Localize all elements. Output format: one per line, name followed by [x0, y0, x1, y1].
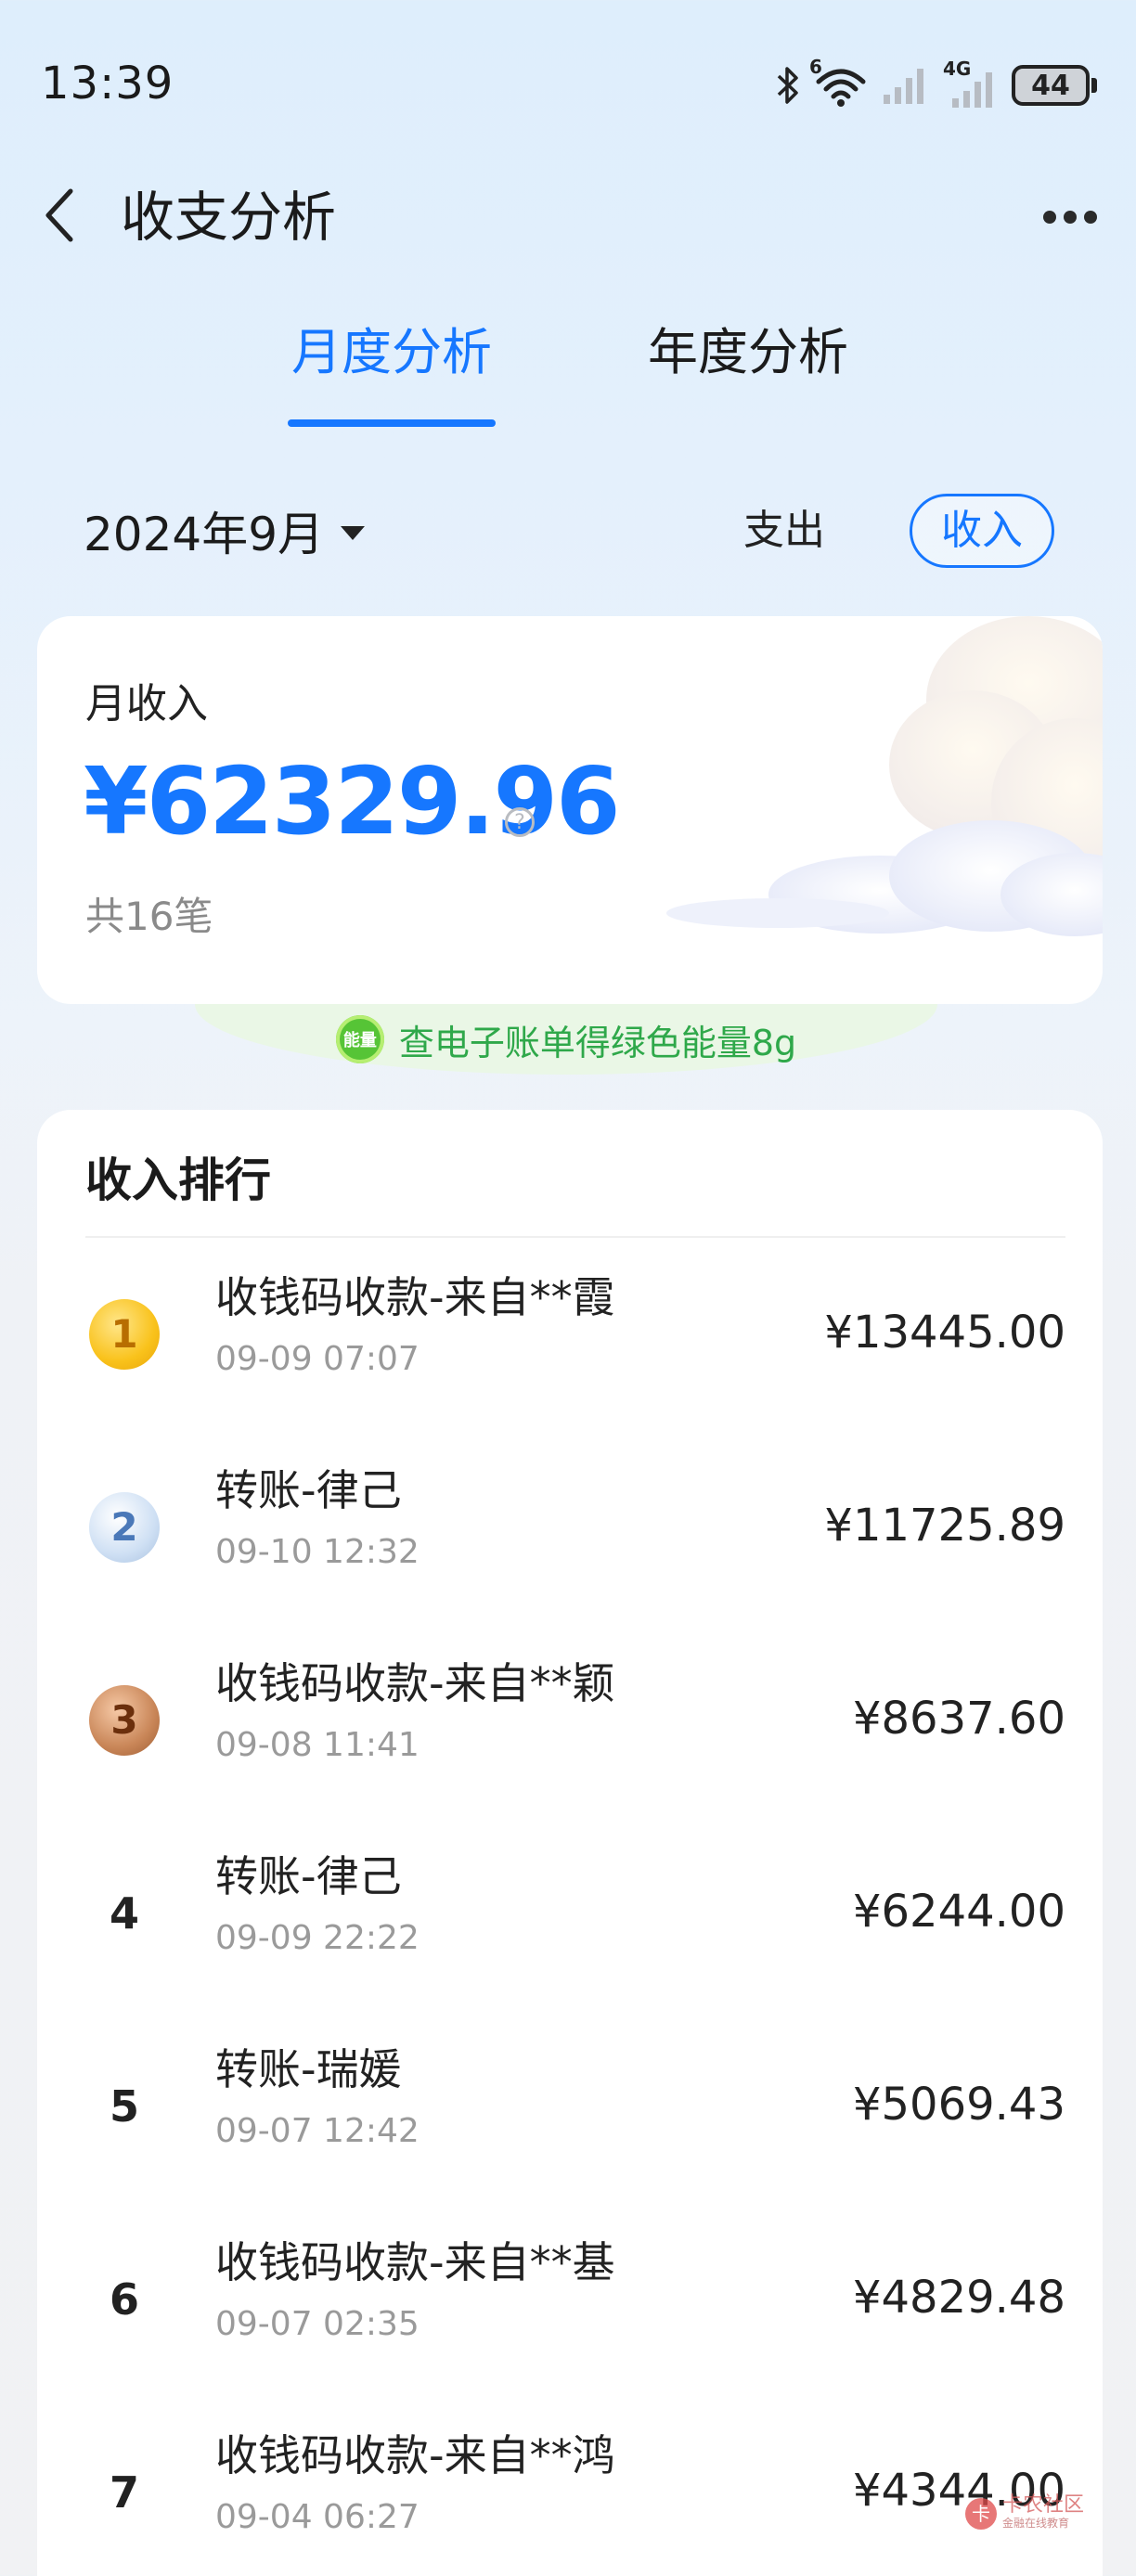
status-time: 13:39: [41, 58, 174, 109]
signal-4g-icon: 4G: [943, 58, 999, 108]
transaction-amount: ¥5069.43: [852, 2079, 1065, 2131]
rank-number: 6: [109, 2274, 139, 2325]
month-label: 2024年9月: [84, 508, 325, 561]
energy-badge-icon: 能量: [335, 1015, 384, 1063]
silver-medal-icon: 2: [89, 1492, 160, 1563]
rank-number: 4: [109, 1888, 139, 1938]
battery-icon: 44: [1012, 65, 1097, 106]
chevron-left-icon: [41, 186, 78, 249]
ranking-row[interactable]: 3 收钱码收款-来自**颖 09-08 11:41 ¥8637.60: [37, 1622, 1103, 1815]
watermark-subtext: 金融在线教育: [1002, 2517, 1070, 2530]
more-dot: [1084, 211, 1097, 224]
active-tab-indicator: [288, 419, 496, 427]
ranking-row[interactable]: 7 收钱码收款-来自**鸿 09-04 06:27 ¥4344.00: [37, 2394, 1103, 2576]
page-title: 收支分析: [121, 186, 337, 249]
payer-name: 转账-瑞媛: [215, 2044, 402, 2094]
status-icons: 6 4G 44: [776, 56, 1097, 113]
tab-yearly[interactable]: 年度分析: [644, 306, 852, 399]
more-button[interactable]: [1028, 180, 1112, 254]
transaction-time: 09-09 07:07: [215, 1340, 420, 1378]
payer-name: 收钱码收款-来自**霞: [215, 1272, 615, 1322]
transaction-time: 09-04 06:27: [215, 2498, 420, 2536]
payer-name: 收钱码收款-来自**基: [215, 2237, 615, 2287]
energy-banner[interactable]: 能量 查电子账单得绿色能量8g: [195, 1004, 937, 1075]
status-bar: 13:39 6 4G 44: [0, 0, 1136, 167]
watermark-logo: 卡 卡农社区 金融在线教育: [965, 2494, 1086, 2535]
caret-down-icon: [341, 525, 366, 540]
payer-name: 收钱码收款-来自**颖: [215, 1658, 615, 1708]
transaction-time: 09-09 22:22: [215, 1919, 420, 1957]
ranking-row[interactable]: 6 收钱码收款-来自**基 09-07 02:35 ¥4829.48: [37, 2201, 1103, 2394]
transaction-time: 09-07 12:42: [215, 2112, 420, 2150]
ranking-list: 1 收钱码收款-来自**霞 09-09 07:07 ¥13445.00 2 转账…: [37, 1236, 1103, 2576]
rank-number: 5: [109, 2081, 139, 2132]
payer-name: 转账-律己: [215, 1465, 402, 1515]
payer-name: 转账-律己: [215, 1851, 402, 1901]
more-dot: [1064, 211, 1077, 224]
transaction-count: 共16笔: [85, 894, 213, 939]
gold-medal-icon: 1: [89, 1299, 160, 1370]
info-icon[interactable]: ?: [505, 807, 535, 837]
more-dots-icon: [1043, 211, 1056, 224]
energy-banner-text: 查电子账单得绿色能量8g: [398, 1022, 797, 1063]
payer-name: 收钱码收款-来自**鸿: [215, 2430, 615, 2480]
expense-toggle[interactable]: 支出: [733, 492, 835, 570]
summary-amount: ¥62329.96: [84, 747, 621, 856]
wifi-label: 6: [809, 56, 822, 78]
transaction-amount: ¥11725.89: [824, 1500, 1065, 1552]
watermark-text: 卡农社区: [1002, 2493, 1085, 2517]
transaction-amount: ¥6244.00: [852, 1886, 1065, 1938]
ranking-row[interactable]: 4 转账-律己 09-09 22:22 ¥6244.00: [37, 1815, 1103, 2008]
filter-row: 2024年9月 支出 收入: [0, 492, 1136, 570]
cloud-illustration: [666, 616, 1103, 936]
income-ranking-card: 收入排行 1 收钱码收款-来自**霞 09-09 07:07 ¥13445.00…: [37, 1110, 1103, 2576]
transaction-time: 09-10 12:32: [215, 1533, 420, 1571]
transaction-amount: ¥13445.00: [824, 1307, 1065, 1359]
ranking-row[interactable]: 1 收钱码收款-来自**霞 09-09 07:07 ¥13445.00: [37, 1236, 1103, 1429]
monthly-summary-card: 月收入 ¥62329.96 ? 共16笔: [37, 616, 1103, 1004]
rank-number: 7: [109, 2467, 139, 2518]
summary-label: 月收入: [85, 680, 208, 728]
bluetooth-icon: [776, 65, 800, 106]
bronze-medal-icon: 3: [89, 1685, 160, 1756]
ranking-row[interactable]: 2 转账-律己 09-10 12:32 ¥11725.89: [37, 1429, 1103, 1622]
income-toggle[interactable]: 收入: [910, 494, 1054, 568]
transaction-amount: ¥8637.60: [852, 1693, 1065, 1745]
month-picker[interactable]: 2024年9月: [84, 492, 366, 570]
ranking-title: 收入排行: [85, 1153, 271, 1207]
back-button[interactable]: [32, 180, 87, 254]
watermark-logo-icon: 卡: [965, 2498, 997, 2530]
signal-icon: [882, 65, 930, 106]
transaction-time: 09-08 11:41: [215, 1726, 420, 1764]
analysis-tabs: 月度分析 年度分析: [0, 306, 1136, 436]
ranking-row[interactable]: 5 转账-瑞媛 09-07 12:42 ¥5069.43: [37, 2008, 1103, 2201]
nav-header: 收支分析: [0, 167, 1136, 260]
transaction-time: 09-07 02:35: [215, 2305, 420, 2343]
transaction-amount: ¥4829.48: [852, 2272, 1065, 2324]
wifi-icon: 6: [809, 56, 869, 108]
tab-monthly[interactable]: 月度分析: [288, 306, 496, 399]
network-label: 4G: [943, 58, 972, 80]
